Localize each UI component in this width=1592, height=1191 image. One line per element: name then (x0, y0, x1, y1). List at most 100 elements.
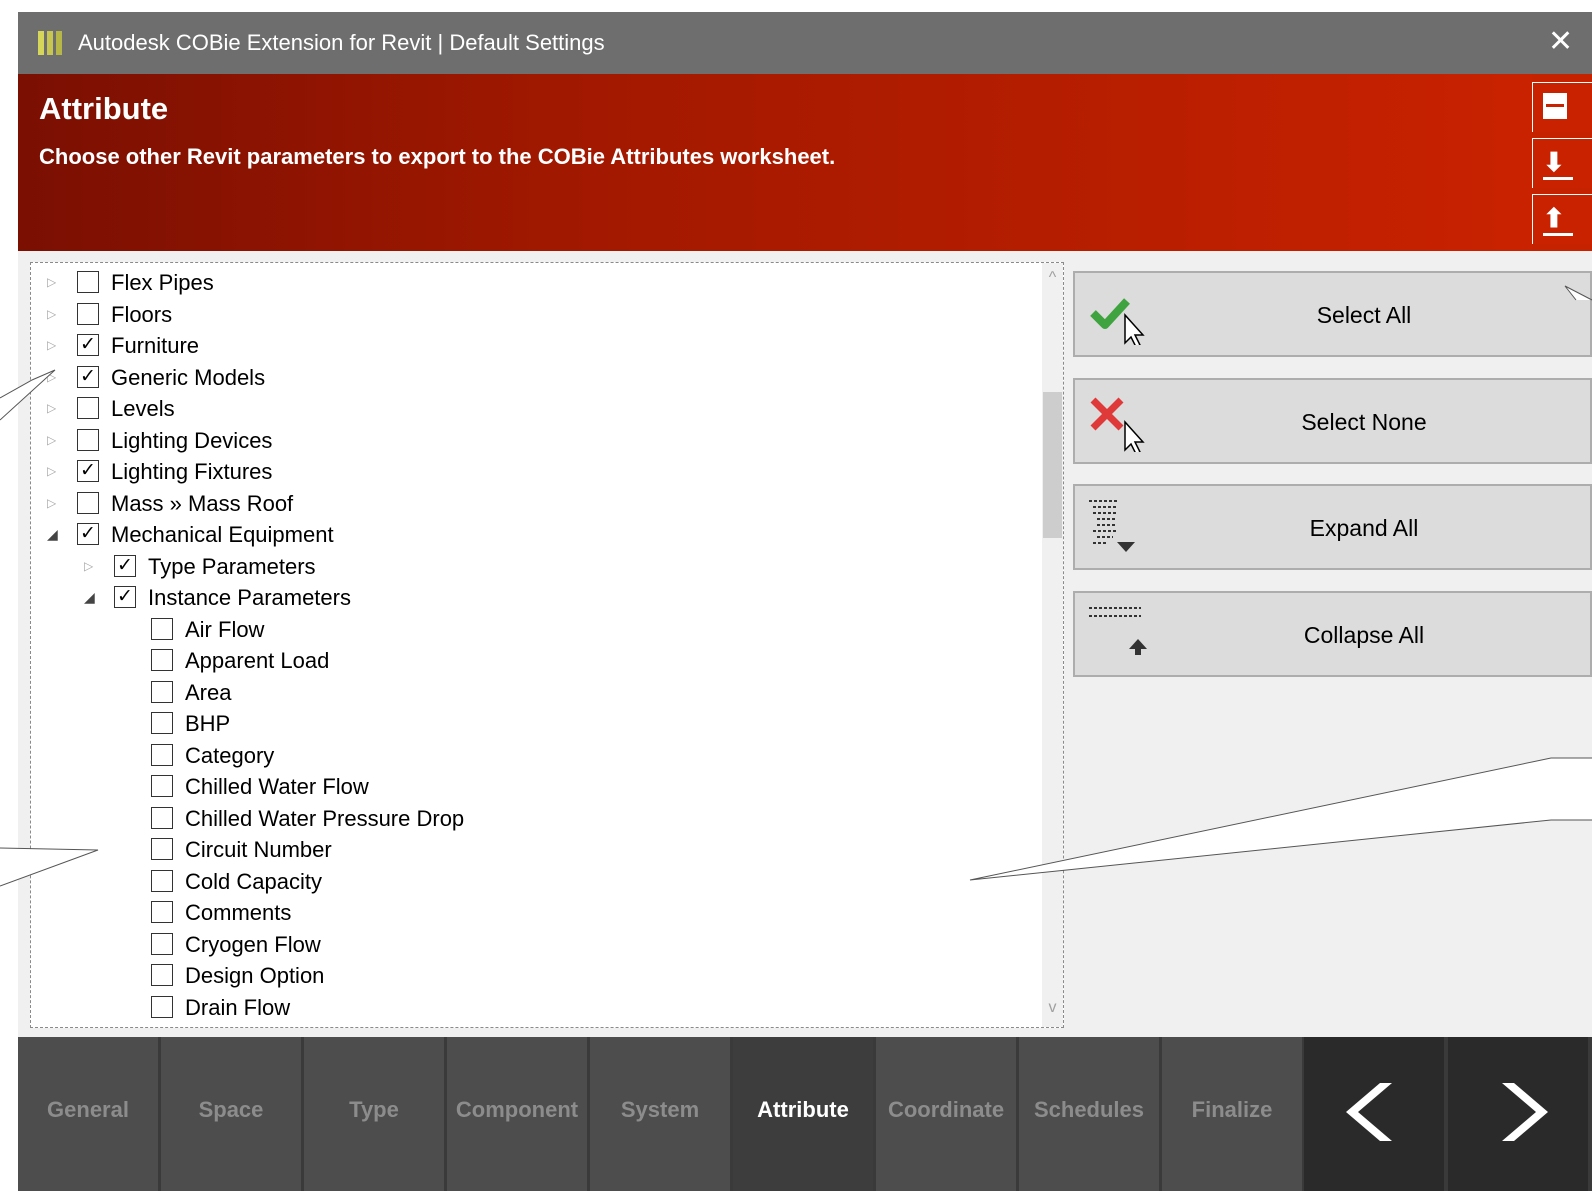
tree-checkbox[interactable] (151, 932, 173, 955)
tree-row[interactable]: Comments (31, 897, 1031, 928)
tree-checkbox[interactable] (77, 428, 99, 451)
tree-row[interactable]: ▷ ✓ Type Parameters (31, 551, 1031, 582)
save-settings-button[interactable] (1532, 82, 1592, 132)
expand-all-button[interactable]: Expand All (1073, 484, 1592, 570)
expand-arrow-icon[interactable]: ▷ (84, 559, 96, 573)
tab-finalize[interactable]: Finalize (1162, 1037, 1304, 1191)
tree-checkbox[interactable] (151, 964, 173, 986)
chevron-left-icon (1346, 1083, 1392, 1141)
tree-row[interactable]: ▷ ✓ Generic Models (31, 362, 1031, 393)
tree-row[interactable]: Category (31, 740, 1031, 771)
tree-item-label: Mass » Mass Roof (111, 490, 294, 516)
tree-item-label: Levels (111, 396, 175, 421)
expand-arrow-icon[interactable]: ▷ (47, 496, 59, 510)
tree-row[interactable]: Area (31, 677, 1031, 708)
tree-checkbox[interactable] (151, 995, 173, 1018)
collapse-all-button[interactable]: Collapse All (1073, 591, 1592, 677)
tree-row[interactable]: Chilled Water Flow (31, 771, 1031, 802)
tree-row[interactable]: ▷ ✓ Lighting Fixtures (31, 456, 1031, 487)
tab-space[interactable]: Space (161, 1037, 303, 1191)
scroll-up-icon[interactable]: ^ (1042, 269, 1063, 287)
tree-checkbox[interactable]: ✓ (77, 523, 99, 545)
select-all-button[interactable]: Select All (1073, 271, 1592, 357)
cobie-app-icon (38, 31, 64, 55)
expand-arrow-icon[interactable]: ▷ (47, 307, 59, 321)
tree-checkbox[interactable]: ✓ (77, 334, 99, 356)
tab-component[interactable]: Component (447, 1037, 589, 1191)
tree-row[interactable]: ▷ Floors (31, 299, 1031, 330)
tree-checkbox[interactable] (151, 649, 173, 671)
collapse-arrow-icon[interactable]: ◢ (84, 590, 96, 604)
tree-row[interactable]: Cryogen Flow (31, 929, 1031, 960)
tree-row[interactable]: ◢ ✓ Instance Parameters (31, 582, 1031, 613)
tree-item-label: Floors (111, 301, 173, 327)
tree-checkbox[interactable] (151, 806, 173, 829)
tree-item-label: Type Parameters (148, 553, 316, 579)
tree-row[interactable]: Design Option (31, 960, 1031, 991)
tree-checkbox[interactable] (77, 397, 99, 419)
tree-checkbox[interactable] (151, 712, 173, 734)
tab-attribute[interactable]: Attribute (733, 1037, 875, 1191)
import-settings-button[interactable]: ⬇ (1532, 138, 1592, 188)
expand-arrow-icon[interactable]: ▷ (47, 370, 59, 384)
import-icon: ⬇ (1543, 147, 1565, 177)
tree-item-label: Drain Flow (185, 994, 291, 1020)
tree-checkbox[interactable] (151, 743, 173, 766)
close-icon[interactable]: ✕ (1548, 24, 1573, 60)
tree-checkbox[interactable]: ✓ (114, 554, 136, 577)
expand-arrow-icon[interactable]: ▷ (47, 275, 59, 289)
scroll-down-icon[interactable]: v (1042, 999, 1063, 1017)
previous-button[interactable] (1304, 1037, 1446, 1191)
tree-checkbox[interactable] (77, 271, 99, 293)
tree-checkbox[interactable] (151, 680, 173, 703)
category-parameter-tree[interactable]: ^ v ▷ Flex Pipes ▷ Floors ▷ ✓ Furniture ▷ ✓ Gener… (30, 262, 1064, 1028)
tree-checkbox[interactable] (151, 901, 173, 923)
tree-row[interactable]: Apparent Load (31, 645, 1031, 676)
tree-item-label: Cryogen Flow (185, 931, 321, 957)
select-all-label: Select All (1316, 302, 1412, 328)
tree-row[interactable]: ▷ Mass » Mass Roof (31, 488, 1031, 519)
tree-item-label: Flex Pipes (111, 270, 214, 295)
tree-item-label: Chilled Water Pressure Drop (185, 805, 465, 831)
tree-checkbox[interactable]: ✓ (77, 460, 99, 482)
tree-checkbox[interactable] (77, 491, 99, 514)
tree-row[interactable]: ▷ Levels (31, 393, 1031, 424)
tab-coordinate[interactable]: Coordinate (876, 1037, 1018, 1191)
tree-checkbox[interactable] (77, 302, 99, 325)
export-icon: ⬆ (1543, 203, 1565, 233)
tree-row[interactable]: Cold Capacity (31, 866, 1031, 897)
tree-row[interactable]: Air Flow (31, 614, 1031, 645)
tree-checkbox[interactable]: ✓ (77, 365, 99, 388)
tree-checkbox[interactable]: ✓ (114, 586, 136, 608)
scroll-thumb[interactable] (1043, 392, 1062, 538)
window-title: Autodesk COBie Extension for Revit | Def… (78, 30, 605, 55)
expand-arrow-icon[interactable]: ▷ (47, 464, 59, 478)
tree-checkbox[interactable] (151, 869, 173, 892)
tab-schedules[interactable]: Schedules (1019, 1037, 1161, 1191)
tree-row[interactable]: ▷ Lighting Devices (31, 425, 1031, 456)
tab-system[interactable]: System (590, 1037, 732, 1191)
tree-checkbox[interactable] (151, 775, 173, 797)
tree-checkbox[interactable] (151, 617, 173, 640)
export-settings-button[interactable]: ⬆ (1532, 194, 1592, 244)
tree-checkbox[interactable] (151, 838, 173, 860)
expand-arrow-icon[interactable]: ▷ (47, 338, 59, 352)
tab-type[interactable]: Type (304, 1037, 446, 1191)
next-button[interactable] (1448, 1037, 1590, 1191)
tree-row[interactable]: ▷ ✓ Furniture (31, 330, 1031, 361)
tree-scrollbar[interactable]: ^ v (1042, 263, 1063, 1027)
tree-row[interactable]: ◢ ✓ Mechanical Equipment (31, 519, 1031, 550)
tree-item-label: Lighting Fixtures (111, 459, 273, 484)
select-none-button[interactable]: Select None (1073, 378, 1592, 464)
collapse-arrow-icon[interactable]: ◢ (47, 527, 59, 541)
tree-item-label: Design Option (185, 963, 325, 988)
tree-row[interactable]: ▷ Flex Pipes (31, 267, 1031, 298)
expand-arrow-icon[interactable]: ▷ (47, 401, 59, 415)
tree-row[interactable]: Drain Flow (31, 992, 1031, 1023)
tree-row[interactable]: Circuit Number (31, 834, 1031, 865)
tree-row[interactable]: Chilled Water Pressure Drop (31, 803, 1031, 834)
tree-row[interactable]: BHP (31, 708, 1031, 739)
tree-item-label: Chilled Water Flow (185, 774, 369, 799)
tab-general[interactable]: General (18, 1037, 160, 1191)
expand-arrow-icon[interactable]: ▷ (47, 433, 59, 447)
